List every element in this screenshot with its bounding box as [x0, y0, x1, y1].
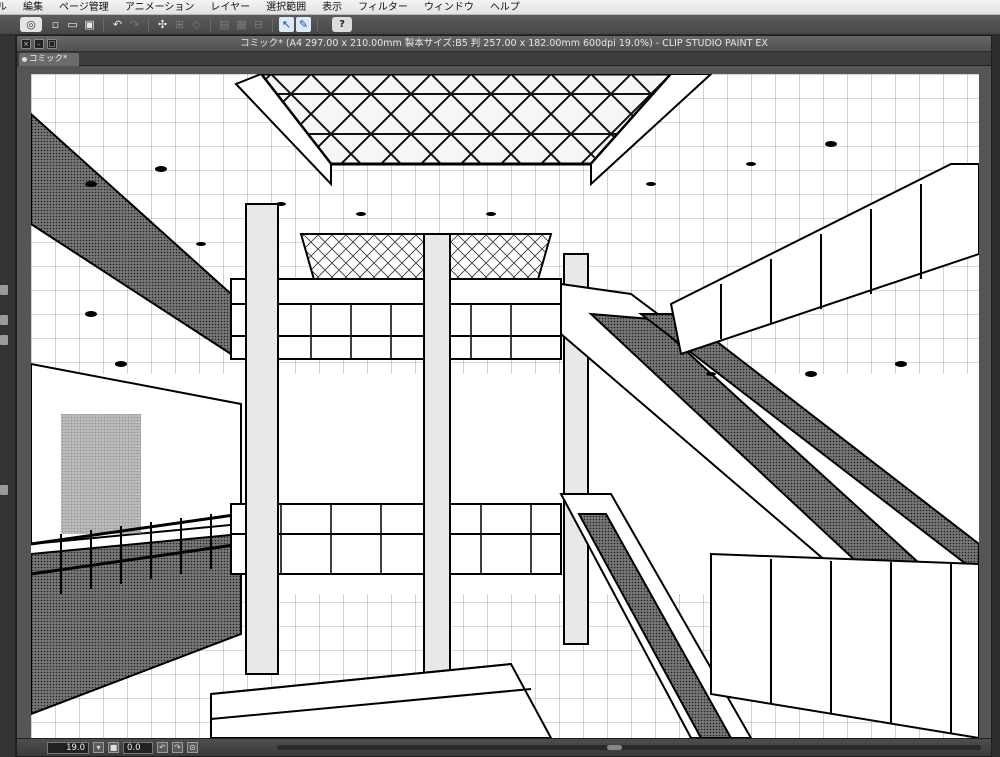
menu-item-animation[interactable]: アニメーション	[117, 0, 203, 15]
menu-item-page[interactable]: ページ管理	[51, 0, 117, 15]
help-icon[interactable]: ?	[332, 17, 352, 32]
menu-item-file[interactable]: ル	[0, 0, 15, 15]
toolbar-divider	[317, 17, 318, 32]
rotate-right-icon[interactable]: ↷	[172, 742, 183, 753]
storefront-window	[61, 414, 141, 534]
zoom-fit-icon[interactable]: ■	[108, 742, 119, 753]
rotation-field[interactable]: 0.0	[123, 741, 153, 754]
document-tab-bar: コミック*	[17, 52, 991, 66]
menu-item-help[interactable]: ヘルプ	[482, 0, 528, 15]
column	[245, 203, 279, 675]
open-icon[interactable]: ▭	[65, 17, 80, 32]
save-icon[interactable]: ▣	[82, 17, 97, 32]
toolbar-divider	[103, 17, 104, 32]
palette-dock-icon[interactable]	[0, 285, 8, 295]
menu-item-filter[interactable]: フィルター	[350, 0, 416, 15]
left-palette-strip	[0, 35, 16, 757]
palette-dock-icon[interactable]	[0, 485, 8, 495]
menu-bar: ル 編集 ページ管理 アニメーション レイヤー 選択範囲 表示 フィルター ウィ…	[0, 0, 1000, 15]
snap-icon[interactable]: ✎	[296, 17, 311, 32]
logo-icon[interactable]: ◎	[20, 17, 42, 32]
zoom-stepper-icon[interactable]: ▾	[93, 742, 104, 753]
document-title-bar: × – □ コミック* (A4 297.00 x 210.00mm 製本サイズ:…	[17, 36, 991, 52]
select-icon[interactable]: ⊞	[172, 17, 187, 32]
horizontal-scrollbar[interactable]	[277, 745, 981, 750]
grid-icon[interactable]: ⊟	[251, 17, 266, 32]
maximize-icon[interactable]: □	[47, 39, 57, 49]
new-icon[interactable]: ▫	[48, 17, 63, 32]
zoom-field[interactable]: 19.0	[47, 741, 89, 754]
toolbar-divider	[148, 17, 149, 32]
command-bar: ◎ ▫ ▭ ▣ ↶ ↷ ✣ ⊞ ◇ ▤ ▦ ⊟ ↖ ✎ ?	[0, 15, 1000, 35]
document-window: × – □ コミック* (A4 297.00 x 210.00mm 製本サイズ:…	[16, 35, 992, 757]
menu-item-selection[interactable]: 選択範囲	[258, 0, 314, 15]
status-bar: 19.0 ▾ ■ 0.0 ↶ ↷ ⊙	[17, 738, 991, 756]
undo-icon[interactable]: ↶	[110, 17, 125, 32]
mall-perspective-artwork	[31, 74, 979, 738]
toolbar-divider	[210, 17, 211, 32]
menu-item-window[interactable]: ウィンドウ	[416, 0, 482, 15]
redo-icon[interactable]: ↷	[127, 17, 142, 32]
menu-item-view[interactable]: 表示	[314, 0, 350, 15]
menu-item-layer[interactable]: レイヤー	[202, 0, 258, 15]
ruler-icon[interactable]: ▦	[234, 17, 249, 32]
search-icon[interactable]	[0, 335, 8, 345]
close-icon[interactable]: ×	[21, 39, 31, 49]
rotate-left-icon[interactable]: ↶	[157, 742, 168, 753]
toolbar-divider	[272, 17, 273, 32]
reset-rotation-icon[interactable]: ⊙	[187, 742, 198, 753]
minimize-icon[interactable]: –	[34, 39, 44, 49]
canvas-area[interactable]	[17, 66, 991, 738]
window-controls: × – □	[21, 39, 57, 49]
document-title: コミック* (A4 297.00 x 210.00mm 製本サイズ:B5 判 2…	[240, 38, 768, 49]
palette-dock-icon[interactable]	[0, 315, 8, 325]
menu-item-edit[interactable]: 編集	[15, 0, 51, 15]
lasso-icon[interactable]: ◇	[189, 17, 204, 32]
transform-icon[interactable]: ✣	[155, 17, 170, 32]
tab-comic[interactable]: コミック*	[19, 53, 79, 66]
perspective-icon[interactable]: ↖	[279, 17, 294, 32]
fill-icon[interactable]: ▤	[217, 17, 232, 32]
canvas-paper[interactable]	[31, 74, 979, 738]
right-palette-strip	[992, 35, 1000, 757]
scrollbar-thumb[interactable]	[607, 745, 622, 750]
column	[423, 233, 451, 675]
